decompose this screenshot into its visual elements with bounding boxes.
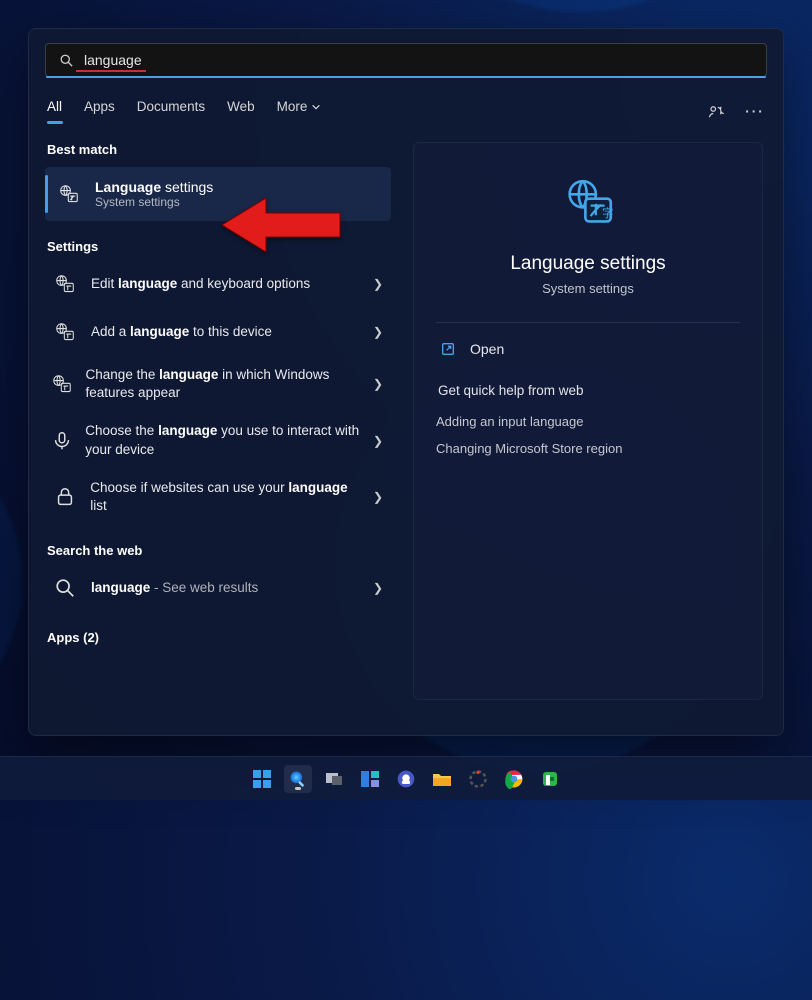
item-label: Choose if websites can use your language… bbox=[90, 479, 361, 515]
search-web-item[interactable]: language - See web results ❯ bbox=[45, 564, 391, 612]
taskbar-widgets-icon[interactable] bbox=[356, 765, 384, 793]
chevron-right-icon: ❯ bbox=[373, 434, 383, 448]
language-icon bbox=[51, 318, 79, 346]
settings-item-edit-language[interactable]: Edit language and keyboard options ❯ bbox=[45, 260, 391, 308]
item-label: Change the language in which Windows fea… bbox=[86, 366, 361, 402]
tab-documents[interactable]: Documents bbox=[137, 99, 205, 124]
taskbar-taskview-icon[interactable] bbox=[320, 765, 348, 793]
settings-header: Settings bbox=[47, 239, 391, 254]
search-icon bbox=[51, 574, 79, 602]
lock-icon bbox=[51, 483, 78, 511]
search-input[interactable] bbox=[84, 52, 756, 68]
preview-panel: 字 Language settings System settings Open… bbox=[413, 142, 763, 700]
divider bbox=[436, 322, 740, 323]
taskbar-app-icon[interactable] bbox=[464, 765, 492, 793]
search-focus-line bbox=[46, 76, 766, 78]
spellcheck-underline bbox=[76, 70, 146, 72]
tab-all[interactable]: All bbox=[47, 99, 62, 124]
best-match-result[interactable]: Language settings System settings bbox=[45, 167, 391, 221]
best-match-subtitle: System settings bbox=[95, 195, 213, 209]
chevron-right-icon: ❯ bbox=[373, 325, 383, 339]
search-icon bbox=[56, 50, 76, 70]
taskbar-explorer-icon[interactable] bbox=[428, 765, 456, 793]
tab-apps[interactable]: Apps bbox=[84, 99, 115, 124]
language-icon bbox=[51, 270, 79, 298]
account-sync-icon[interactable] bbox=[707, 102, 727, 122]
settings-item-website-language[interactable]: Choose if websites can use your language… bbox=[45, 469, 391, 525]
language-settings-large-icon: 字 bbox=[560, 175, 616, 231]
chevron-right-icon: ❯ bbox=[373, 581, 383, 595]
taskbar-search-icon[interactable] bbox=[284, 765, 312, 793]
selection-accent bbox=[45, 175, 48, 213]
quick-help-link-2[interactable]: Changing Microsoft Store region bbox=[436, 441, 622, 456]
taskbar bbox=[0, 756, 812, 800]
item-label: language - See web results bbox=[91, 579, 258, 597]
quick-help-link-1[interactable]: Adding an input language bbox=[436, 414, 583, 429]
item-label: Add a language to this device bbox=[91, 323, 272, 341]
taskbar-chat-icon[interactable] bbox=[392, 765, 420, 793]
chevron-right-icon: ❯ bbox=[373, 490, 383, 504]
language-icon bbox=[51, 370, 74, 398]
search-box[interactable] bbox=[45, 43, 767, 77]
tab-web[interactable]: Web bbox=[227, 99, 255, 124]
start-search-panel: All Apps Documents Web More ··· Best mat… bbox=[28, 28, 784, 736]
filter-tabs: All Apps Documents Web More ··· bbox=[47, 99, 765, 124]
language-settings-icon bbox=[55, 180, 83, 208]
best-match-header: Best match bbox=[47, 142, 391, 157]
more-options-icon[interactable]: ··· bbox=[745, 102, 765, 122]
tab-more-label: More bbox=[277, 99, 308, 114]
microphone-icon bbox=[51, 427, 73, 455]
settings-item-add-language[interactable]: Add a language to this device ❯ bbox=[45, 308, 391, 356]
preview-subtitle: System settings bbox=[542, 281, 634, 296]
open-label: Open bbox=[470, 341, 504, 357]
apps-header[interactable]: Apps (2) bbox=[47, 630, 391, 645]
open-icon bbox=[440, 341, 456, 357]
results-column: Best match Language settings System sett… bbox=[45, 142, 391, 700]
chevron-right-icon: ❯ bbox=[373, 277, 383, 291]
search-web-header: Search the web bbox=[47, 543, 391, 558]
settings-item-windows-features-language[interactable]: Change the language in which Windows fea… bbox=[45, 356, 391, 412]
item-label: Choose the language you use to interact … bbox=[85, 422, 361, 458]
chevron-right-icon: ❯ bbox=[373, 377, 383, 391]
taskbar-start-icon[interactable] bbox=[248, 765, 276, 793]
svg-text:字: 字 bbox=[602, 206, 613, 220]
item-label: Edit language and keyboard options bbox=[91, 275, 310, 293]
chevron-down-icon bbox=[311, 102, 321, 112]
taskbar-chrome-icon[interactable] bbox=[500, 765, 528, 793]
settings-item-interact-language[interactable]: Choose the language you use to interact … bbox=[45, 412, 391, 468]
best-match-title: Language settings bbox=[95, 179, 213, 195]
open-action[interactable]: Open bbox=[436, 331, 740, 367]
preview-title: Language settings bbox=[510, 253, 665, 275]
tab-more[interactable]: More bbox=[277, 99, 322, 124]
quick-help-header: Get quick help from web bbox=[438, 383, 584, 398]
taskbar-app2-icon[interactable] bbox=[536, 765, 564, 793]
